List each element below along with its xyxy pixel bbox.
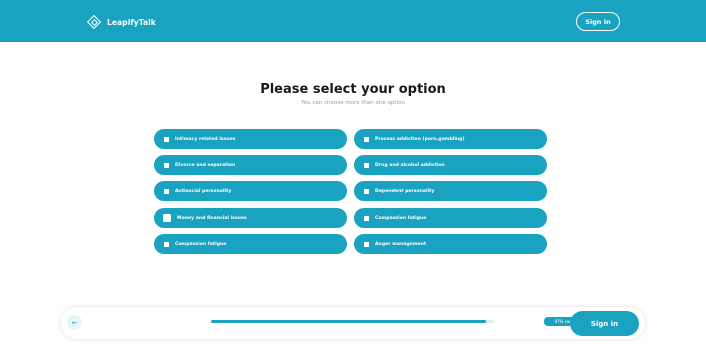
option-compassion-fatigue-2[interactable]: Compassion fatigue bbox=[154, 234, 347, 254]
option-label: Divorce and separation bbox=[175, 162, 236, 168]
top-navbar: LeapifyTalk Sign In bbox=[0, 0, 706, 42]
progress-track: 97% completed. Great going! bbox=[211, 317, 624, 326]
page-subtitle: You can choose more than one option bbox=[301, 100, 405, 106]
page-title: Please select your option bbox=[260, 82, 446, 97]
option-label: Money and financial issues bbox=[177, 215, 247, 221]
brand[interactable]: LeapifyTalk bbox=[86, 14, 156, 30]
option-process-addiction[interactable]: Process addiction (porn,gambling) bbox=[354, 129, 547, 149]
option-label: Intimacy related issues bbox=[175, 136, 236, 142]
checkbox-icon[interactable] bbox=[364, 241, 369, 247]
option-drug-and-alcohol-addiction[interactable]: Drug and alcohol addiction bbox=[354, 155, 547, 175]
leapifytalk-logo-icon bbox=[86, 14, 102, 30]
option-dependent-personality[interactable]: Dependent personality bbox=[354, 181, 547, 201]
checkbox-icon[interactable] bbox=[364, 162, 369, 168]
option-antisocial-personality[interactable]: Antisocial personality bbox=[154, 181, 347, 201]
option-label: Dependent personality bbox=[375, 188, 435, 194]
progress-fill bbox=[211, 320, 486, 323]
option-money-and-financial-issues[interactable]: Money and financial issues bbox=[154, 208, 347, 228]
sign-in-button-bottom[interactable]: Sign in bbox=[570, 311, 639, 336]
option-label: Anger management bbox=[375, 241, 427, 247]
checkbox-icon[interactable] bbox=[164, 188, 169, 194]
checkbox-icon[interactable] bbox=[164, 162, 169, 168]
option-anger-management[interactable]: Anger management bbox=[354, 234, 547, 254]
checkbox-icon[interactable] bbox=[164, 241, 169, 247]
bottom-progress-bar: ← 97% completed. Great going! Sign in bbox=[61, 307, 645, 339]
checkbox-icon[interactable] bbox=[364, 136, 369, 142]
option-intimacy-related-issues[interactable]: Intimacy related issues bbox=[154, 129, 347, 149]
brand-name: LeapifyTalk bbox=[107, 17, 156, 27]
option-label: Process addiction (porn,gambling) bbox=[375, 136, 465, 142]
option-label: Compassion fatigue bbox=[375, 215, 427, 221]
checkbox-icon[interactable] bbox=[364, 188, 369, 194]
checkbox-icon[interactable] bbox=[364, 215, 369, 221]
option-divorce-and-separation[interactable]: Divorce and separation bbox=[154, 155, 347, 175]
option-compassion-fatigue[interactable]: Compassion fatigue bbox=[354, 208, 547, 228]
option-label: Compassion fatigue bbox=[175, 241, 227, 247]
option-label: Drug and alcohol addiction bbox=[375, 162, 445, 168]
back-arrow-icon[interactable]: ← bbox=[67, 315, 82, 330]
checkbox-icon[interactable] bbox=[163, 214, 171, 222]
option-label: Antisocial personality bbox=[175, 188, 232, 194]
sign-in-button-top[interactable]: Sign In bbox=[576, 12, 620, 31]
checkbox-icon[interactable] bbox=[164, 136, 169, 142]
